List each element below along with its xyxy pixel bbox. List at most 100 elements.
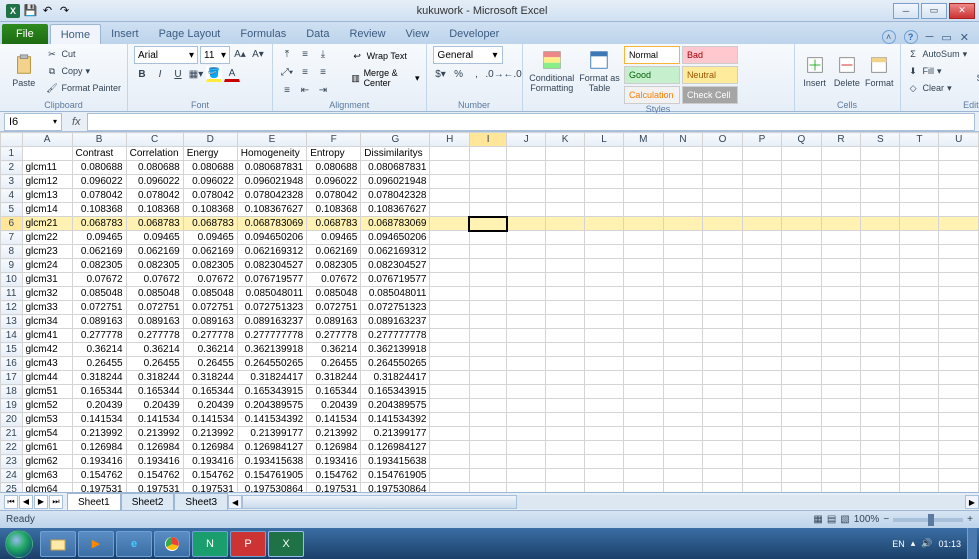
cell-O9[interactable] <box>703 259 743 273</box>
cell-T21[interactable] <box>900 427 939 441</box>
cell-G5[interactable]: 0.108367627 <box>361 203 430 217</box>
align-center-icon[interactable]: ≡ <box>315 64 331 80</box>
cell-J15[interactable] <box>507 343 546 357</box>
cell-E19[interactable]: 0.204389575 <box>237 399 306 413</box>
cell-U9[interactable] <box>939 259 979 273</box>
col-header-D[interactable]: D <box>183 133 237 147</box>
cell-S5[interactable] <box>861 203 900 217</box>
cell-L2[interactable] <box>585 161 624 175</box>
col-header-A[interactable]: A <box>22 133 72 147</box>
cell-P4[interactable] <box>742 189 781 203</box>
tray-flag-icon[interactable]: ▴ <box>911 538 916 549</box>
cell-R22[interactable] <box>821 441 860 455</box>
cell-J13[interactable] <box>507 315 546 329</box>
col-header-O[interactable]: O <box>703 133 743 147</box>
cell-G10[interactable]: 0.076719577 <box>361 273 430 287</box>
cell-K15[interactable] <box>545 343 584 357</box>
cell-P3[interactable] <box>742 175 781 189</box>
cell-F18[interactable]: 0.165344 <box>307 385 361 399</box>
cell-S11[interactable] <box>861 287 900 301</box>
cell-U11[interactable] <box>939 287 979 301</box>
col-header-R[interactable]: R <box>821 133 860 147</box>
cell-M23[interactable] <box>623 455 663 469</box>
cell-N10[interactable] <box>663 273 702 287</box>
cell-O7[interactable] <box>703 231 743 245</box>
cell-T19[interactable] <box>900 399 939 413</box>
fill-color-button[interactable]: 🪣 <box>206 66 222 82</box>
cell-T4[interactable] <box>900 189 939 203</box>
currency-icon[interactable]: $▾ <box>433 66 449 82</box>
cell-D9[interactable]: 0.082305 <box>183 259 237 273</box>
cell-A25[interactable]: glcm64 <box>22 483 72 493</box>
cell-K19[interactable] <box>545 399 584 413</box>
cell-S23[interactable] <box>861 455 900 469</box>
cell-F11[interactable]: 0.085048 <box>307 287 361 301</box>
select-all-corner[interactable] <box>1 133 23 147</box>
cell-G21[interactable]: 0.21399177 <box>361 427 430 441</box>
cell-E1[interactable]: Homogeneity <box>237 147 306 161</box>
cell-T1[interactable] <box>900 147 939 161</box>
cell-M24[interactable] <box>623 469 663 483</box>
cell-M2[interactable] <box>623 161 663 175</box>
zoom-slider[interactable] <box>893 518 963 522</box>
font-size-combo[interactable]: 11▾ <box>200 46 230 64</box>
style-neutral[interactable]: Neutral <box>682 66 738 84</box>
row-header-24[interactable]: 24 <box>1 469 23 483</box>
cell-H12[interactable] <box>430 301 469 315</box>
cell-O16[interactable] <box>703 357 743 371</box>
cell-B24[interactable]: 0.154762 <box>72 469 126 483</box>
name-box[interactable]: I6▾ <box>4 113 62 131</box>
cell-Q17[interactable] <box>782 371 822 385</box>
cell-Q7[interactable] <box>782 231 822 245</box>
cell-Q9[interactable] <box>782 259 822 273</box>
cell-I11[interactable] <box>469 287 507 301</box>
row-header-18[interactable]: 18 <box>1 385 23 399</box>
cell-K14[interactable] <box>545 329 584 343</box>
cell-B1[interactable]: Contrast <box>72 147 126 161</box>
cell-N4[interactable] <box>663 189 702 203</box>
cell-B11[interactable]: 0.085048 <box>72 287 126 301</box>
cell-E12[interactable]: 0.072751323 <box>237 301 306 315</box>
cell-S8[interactable] <box>861 245 900 259</box>
cell-U24[interactable] <box>939 469 979 483</box>
style-normal[interactable]: Normal <box>624 46 680 64</box>
cell-B8[interactable]: 0.062169 <box>72 245 126 259</box>
cell-A18[interactable]: glcm51 <box>22 385 72 399</box>
cell-M17[interactable] <box>623 371 663 385</box>
tab-page-layout[interactable]: Page Layout <box>149 24 231 44</box>
cell-P21[interactable] <box>742 427 781 441</box>
cell-T22[interactable] <box>900 441 939 455</box>
cell-L7[interactable] <box>585 231 624 245</box>
cell-L17[interactable] <box>585 371 624 385</box>
bold-button[interactable]: B <box>134 66 150 82</box>
tab-insert[interactable]: Insert <box>101 24 149 44</box>
cell-N8[interactable] <box>663 245 702 259</box>
cell-I7[interactable] <box>469 231 507 245</box>
cell-M10[interactable] <box>623 273 663 287</box>
sheet-nav-prev-icon[interactable]: ◀ <box>19 495 33 509</box>
row-header-7[interactable]: 7 <box>1 231 23 245</box>
cell-N19[interactable] <box>663 399 702 413</box>
cell-P2[interactable] <box>742 161 781 175</box>
cell-R20[interactable] <box>821 413 860 427</box>
cell-G4[interactable]: 0.078042328 <box>361 189 430 203</box>
cell-T18[interactable] <box>900 385 939 399</box>
cell-I16[interactable] <box>469 357 507 371</box>
cell-L14[interactable] <box>585 329 624 343</box>
cell-E20[interactable]: 0.141534392 <box>237 413 306 427</box>
cell-O22[interactable] <box>703 441 743 455</box>
cell-C16[interactable]: 0.26455 <box>126 357 183 371</box>
cell-R19[interactable] <box>821 399 860 413</box>
cell-A10[interactable]: glcm31 <box>22 273 72 287</box>
cell-R14[interactable] <box>821 329 860 343</box>
style-check-cell[interactable]: Check Cell <box>682 86 738 104</box>
cell-A6[interactable]: glcm21 <box>22 217 72 231</box>
cell-T2[interactable] <box>900 161 939 175</box>
cell-O12[interactable] <box>703 301 743 315</box>
row-header-3[interactable]: 3 <box>1 175 23 189</box>
cell-E2[interactable]: 0.080687831 <box>237 161 306 175</box>
cell-S2[interactable] <box>861 161 900 175</box>
align-middle-icon[interactable]: ≡ <box>297 46 313 62</box>
cell-T20[interactable] <box>900 413 939 427</box>
cell-U17[interactable] <box>939 371 979 385</box>
